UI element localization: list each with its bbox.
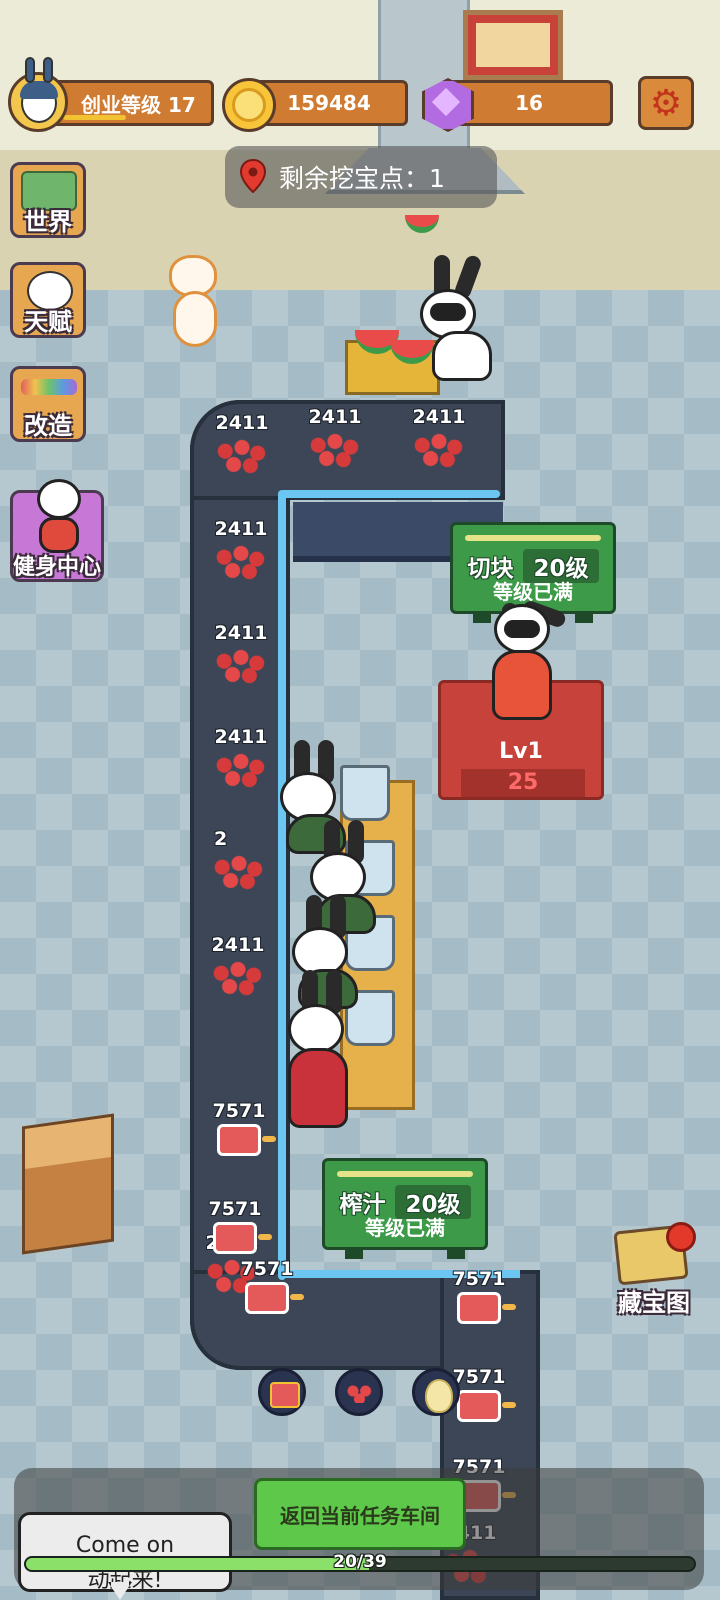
juice-cup-icon xyxy=(213,1222,272,1254)
talent-button[interactable]: 天赋 xyxy=(10,262,86,338)
conveyor-glow-left xyxy=(278,490,286,1280)
melon-chunk-item: 2411 xyxy=(206,622,276,684)
melon-chunk-icon xyxy=(213,646,269,684)
melon-chunk-item: 2411 xyxy=(203,934,273,996)
melon-chunk-icon xyxy=(210,958,266,996)
business-level-bar[interactable]: 创业等级 17 xyxy=(44,80,214,126)
melon-chunk-icon xyxy=(411,430,467,468)
juice-item: 7571 xyxy=(232,1258,304,1314)
treasure-map-button[interactable]: 藏宝图 xyxy=(610,1222,696,1318)
conveyor-glow-top xyxy=(280,490,500,498)
speaker-decoration xyxy=(22,1113,114,1255)
coin-amount: 159484 xyxy=(287,91,371,115)
juice-item: 7571 xyxy=(200,1198,272,1254)
juice-item: 7571 xyxy=(444,1268,516,1324)
world-label: 世界 xyxy=(24,208,72,236)
return-to-workshop-label: 返回当前任务车间 xyxy=(280,1503,440,1528)
melon-chunk-icon xyxy=(307,430,363,468)
melon-chunk-icon xyxy=(213,750,269,788)
juice-cup-icon xyxy=(457,1390,516,1422)
juice-cup-icon xyxy=(217,1124,276,1156)
cut-station-sign[interactable]: 切块 20级 等级已满 xyxy=(450,522,616,623)
melon-chunk-item: 2411 xyxy=(207,412,277,474)
notification-dot xyxy=(666,1222,696,1252)
level-progress-fill xyxy=(63,115,126,120)
treasure-map-label: 藏宝图 xyxy=(618,1289,690,1317)
melon-chunk-icon xyxy=(213,542,269,580)
gym-body xyxy=(39,517,79,553)
gym-label: 健身中心 xyxy=(13,555,102,580)
gem-amount: 16 xyxy=(515,91,543,115)
melon-chunk-icon xyxy=(211,852,267,890)
renovate-label: 改造 xyxy=(24,412,72,440)
juice-item: 7571 xyxy=(204,1100,276,1156)
coin-icon xyxy=(222,78,276,132)
juice-cup-icon xyxy=(457,1292,516,1324)
gym-button[interactable]: 健身中心 xyxy=(10,479,104,582)
juice-station-status: 等级已满 xyxy=(365,1216,445,1240)
juice-station-sign[interactable]: 榨汁 20级 等级已满 xyxy=(322,1158,488,1259)
location-pin-icon xyxy=(239,159,267,193)
melon-chunk-item: 2411 xyxy=(300,406,370,468)
melon-chunk-chip[interactable] xyxy=(335,1368,383,1416)
melon-chunk-item: 2411 xyxy=(206,726,276,788)
return-to-workshop-button[interactable]: 返回当前任务车间 xyxy=(254,1478,466,1550)
melon-chunk-item: 2411 xyxy=(404,406,474,468)
melon-chunk-item: 2 xyxy=(204,828,274,890)
paint-roller-icon xyxy=(21,379,77,395)
task-progress-text: 20/39 xyxy=(333,1552,387,1572)
settings-button[interactable]: ⚙ xyxy=(638,76,694,130)
cat-decoration xyxy=(165,255,225,350)
seed-chip[interactable] xyxy=(412,1368,460,1416)
juice-chip[interactable] xyxy=(258,1368,306,1416)
pedestal-value: 25 xyxy=(461,769,585,797)
renovate-button[interactable]: 改造 xyxy=(10,366,86,442)
gear-icon: ⚙ xyxy=(649,82,683,124)
dig-points-label: 剩余挖宝点：1 xyxy=(279,164,445,193)
remaining-dig-points: 剩余挖宝点：1 xyxy=(225,146,497,208)
world-button[interactable]: 世界 xyxy=(10,162,86,238)
business-level-label: 创业等级 17 xyxy=(81,92,196,117)
talent-label: 天赋 xyxy=(24,308,72,336)
melon-chunk-icon xyxy=(214,436,270,474)
pedestal-level: Lv1 xyxy=(499,739,543,764)
melon-chunk-item: 2411 xyxy=(206,518,276,580)
juice-cup-icon xyxy=(245,1282,304,1314)
award-frame xyxy=(463,10,563,80)
gym-icon xyxy=(37,479,81,519)
juice-cup-icon xyxy=(340,765,390,821)
avatar-icon[interactable] xyxy=(8,57,68,132)
